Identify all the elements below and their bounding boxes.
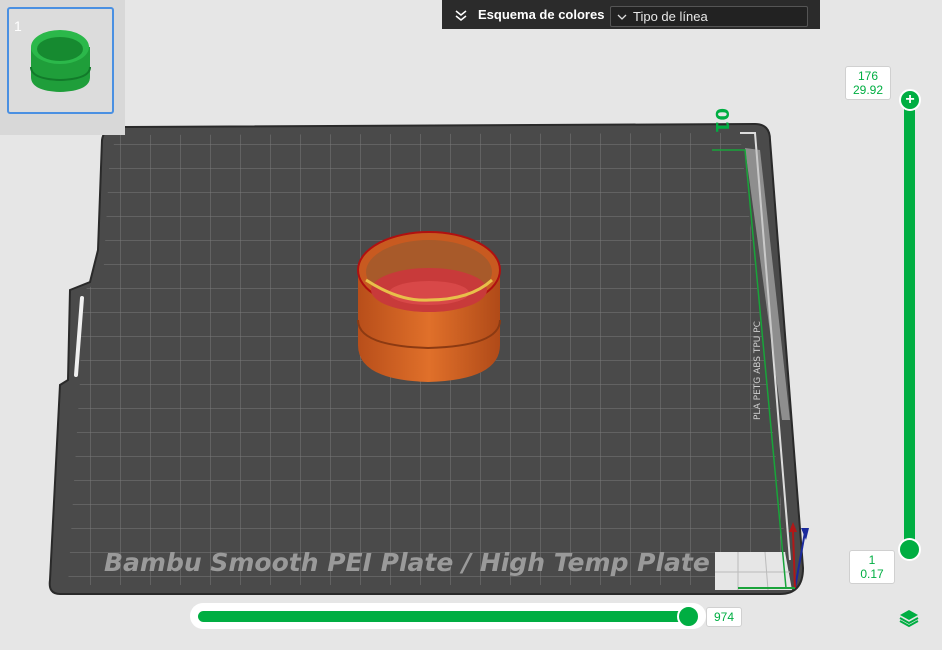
plate-number-label: 01 — [711, 108, 732, 133]
color-scheme-bar: Esquema de colores Tipo de línea — [442, 0, 820, 29]
layer-slider-track[interactable] — [904, 98, 915, 550]
bottom-layer-height: 0.17 — [860, 567, 884, 581]
move-slider-value: 974 — [706, 607, 742, 627]
color-scheme-select[interactable]: Tipo de línea — [610, 6, 808, 27]
plate-thumbnail-number: 1 — [14, 18, 22, 34]
layers-icon[interactable] — [898, 607, 920, 629]
move-slider-track[interactable] — [198, 611, 688, 622]
layer-slider-top-handle[interactable]: + — [899, 89, 921, 111]
color-scheme-value: Tipo de línea — [633, 9, 708, 24]
select-chevron-icon — [617, 14, 627, 20]
chevron-down-icon[interactable] — [454, 8, 468, 22]
plate-thumbnail-panel: 1 — [0, 0, 125, 135]
layer-slider-bottom-label: 1 0.17 — [849, 550, 895, 584]
build-plate-scene[interactable]: 01 PLA PETG ABS TPU PC Bambu Smooth PEI … — [0, 0, 942, 650]
move-slider-handle[interactable] — [677, 605, 700, 628]
plate-side-label: PLA PETG ABS TPU PC — [753, 321, 763, 420]
layer-slider-top-label: 176 29.92 — [845, 66, 891, 100]
top-layer-number: 176 — [857, 69, 879, 83]
plate-name-label: Bambu Smooth PEI Plate / High Temp Plate — [104, 548, 710, 577]
bottom-layer-number: 1 — [868, 553, 876, 567]
cup-thumbnail-icon — [30, 30, 91, 92]
color-scheme-label: Esquema de colores — [478, 7, 605, 22]
top-layer-height: 29.92 — [852, 83, 884, 97]
plate-thumbnail[interactable] — [7, 7, 114, 114]
layer-slider-bottom-handle[interactable] — [898, 538, 921, 561]
model-cup[interactable] — [357, 231, 501, 382]
plus-icon: + — [905, 91, 915, 108]
